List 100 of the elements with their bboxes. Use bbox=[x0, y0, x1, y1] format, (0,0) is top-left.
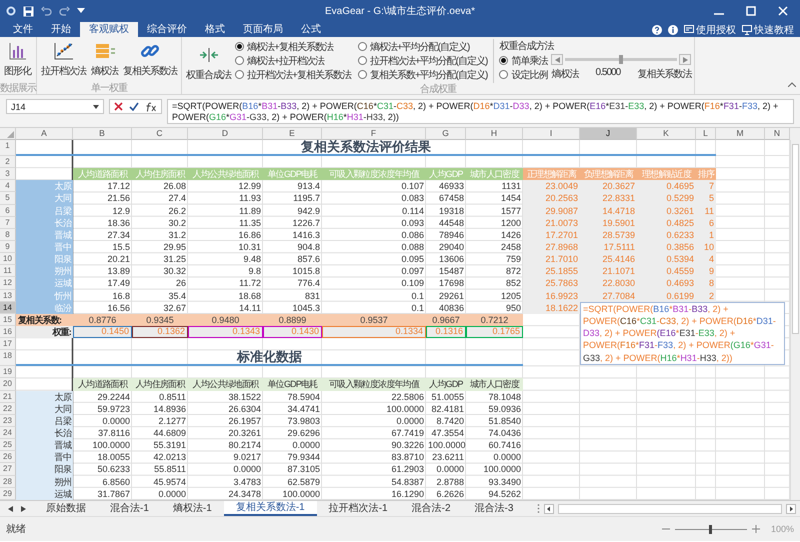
radio-circle-icon[interactable] bbox=[499, 70, 508, 79]
slider-thumb[interactable] bbox=[619, 55, 624, 64]
radio-option[interactable]: 熵权法+平均分配(自定义) bbox=[358, 40, 488, 53]
row-number[interactable]: 27 bbox=[0, 463, 16, 476]
column-header[interactable]: F bbox=[322, 128, 426, 140]
sheet-tab[interactable]: 混合法-2 bbox=[400, 501, 463, 516]
close-icon[interactable] bbox=[778, 6, 788, 16]
row-number[interactable]: 15 bbox=[0, 314, 16, 326]
radio-circle-icon[interactable] bbox=[358, 56, 367, 65]
row-number[interactable]: 13 bbox=[0, 290, 16, 302]
scroll-left-icon[interactable] bbox=[544, 504, 554, 514]
ratio-slider[interactable] bbox=[565, 55, 678, 64]
row-number[interactable]: 22 bbox=[0, 402, 16, 415]
slider-right-button[interactable] bbox=[679, 54, 692, 65]
row-number[interactable]: 5 bbox=[0, 192, 16, 205]
row-number[interactable]: 17 bbox=[0, 338, 16, 350]
sheet-tab[interactable]: 拉开档次法-1 bbox=[316, 501, 400, 516]
row-number[interactable]: 14 bbox=[0, 302, 16, 314]
sheet-tab[interactable]: 复相关系数法-1 bbox=[224, 501, 317, 516]
ribbon-button[interactable]: 拉开档次法 bbox=[40, 39, 87, 80]
column-header[interactable]: H bbox=[466, 128, 523, 140]
next-sheet-icon[interactable] bbox=[21, 506, 26, 512]
radio-circle-icon[interactable] bbox=[499, 56, 508, 65]
previous-sheet-icon[interactable] bbox=[8, 506, 13, 512]
row-number[interactable]: 10 bbox=[0, 253, 16, 266]
checkmark-icon[interactable] bbox=[129, 102, 139, 111]
ribbon-button[interactable]: 权重合成法 bbox=[185, 39, 232, 84]
row-number[interactable]: 23 bbox=[0, 414, 16, 427]
row-number[interactable]: 7 bbox=[0, 216, 16, 229]
row-number[interactable]: 16 bbox=[0, 326, 16, 338]
horizontal-scrollbar[interactable] bbox=[558, 504, 782, 514]
column-header[interactable]: N bbox=[765, 128, 790, 140]
ribbon-button[interactable]: 复相关系数法 bbox=[122, 39, 178, 80]
zoom-thumb[interactable] bbox=[709, 524, 712, 534]
column-header[interactable]: L bbox=[696, 128, 716, 140]
radio-circle-icon[interactable] bbox=[235, 70, 244, 79]
radio-circle-icon[interactable] bbox=[235, 56, 244, 65]
zoom-in-icon[interactable] bbox=[752, 525, 760, 533]
row-number[interactable]: 6 bbox=[0, 204, 16, 217]
row-number[interactable]: 1 bbox=[0, 140, 16, 156]
maximize-icon[interactable] bbox=[746, 6, 756, 16]
radio-circle-icon[interactable] bbox=[235, 42, 244, 51]
column-header[interactable]: K bbox=[637, 128, 696, 140]
row-number[interactable]: 8 bbox=[0, 228, 16, 241]
undo-icon[interactable] bbox=[41, 6, 52, 16]
menu-tab[interactable]: 客观赋权 bbox=[80, 22, 138, 37]
column-header[interactable]: I bbox=[523, 128, 580, 140]
cell-editor[interactable]: =SQRT(POWER(B16*B31-B33, 2) + POWER(C16*C31-C33, 2) + POWER(D16*D31- D33, 2) + POWER(E16*E31-E33, 2) + POWER(F16*F31-F33, 2) + POWER(G16*G31- G33, 2) + POWER(H16*H31-H33, 2)) bbox=[580, 302, 785, 365]
info-icon[interactable] bbox=[668, 24, 678, 34]
function-icon[interactable] bbox=[145, 102, 157, 112]
radio-option[interactable]: 设定比例 bbox=[499, 68, 548, 81]
column-header[interactable]: C bbox=[132, 128, 188, 140]
column-header[interactable]: B bbox=[73, 128, 132, 140]
cancel-icon[interactable] bbox=[114, 102, 123, 111]
row-number[interactable]: 25 bbox=[0, 439, 16, 452]
row-number[interactable]: 12 bbox=[0, 277, 16, 290]
sheet-tab[interactable]: 原始数据 bbox=[34, 501, 98, 516]
splitter-grip-icon[interactable] bbox=[537, 504, 540, 513]
ribbon-button[interactable]: 图形化 bbox=[3, 39, 32, 80]
row-number[interactable]: 3 bbox=[0, 168, 16, 180]
row-number[interactable]: 2 bbox=[0, 156, 16, 168]
row-number[interactable]: 24 bbox=[0, 426, 16, 440]
row-number[interactable]: 28 bbox=[0, 476, 16, 488]
scroll-right-icon[interactable] bbox=[786, 504, 796, 514]
help-link[interactable]: 使用授权 bbox=[696, 22, 736, 36]
column-header[interactable]: A bbox=[16, 128, 73, 140]
radio-option[interactable]: 复相关系数+平均分配(自定义) bbox=[358, 68, 488, 81]
radio-circle-icon[interactable] bbox=[358, 42, 367, 51]
menu-tab[interactable]: 格式 bbox=[196, 22, 234, 37]
row-number[interactable]: 20 bbox=[0, 378, 16, 391]
radio-option[interactable]: 拉开档次法+复相关系数法 bbox=[235, 68, 351, 81]
collapse-ribbon-icon[interactable] bbox=[788, 82, 796, 87]
sheet-tab[interactable]: 熵权法-1 bbox=[160, 501, 224, 516]
row-number[interactable]: 4 bbox=[0, 180, 16, 192]
column-header[interactable]: M bbox=[716, 128, 765, 140]
dropdown-caret-icon[interactable] bbox=[77, 8, 85, 14]
help-icon[interactable] bbox=[652, 24, 662, 34]
row-number[interactable]: 29 bbox=[0, 488, 16, 500]
help-link[interactable]: 快速教程 bbox=[754, 22, 794, 36]
vertical-scrollbar[interactable] bbox=[790, 140, 800, 500]
sheet-tab[interactable]: 混合法-3 bbox=[462, 501, 526, 516]
menu-tab[interactable]: 文件 bbox=[4, 22, 42, 37]
row-number[interactable]: 21 bbox=[0, 390, 16, 403]
sheet-tab[interactable]: 混合法-1 bbox=[98, 501, 161, 516]
radio-option[interactable]: 熵权法+复相关系数法 bbox=[235, 40, 351, 53]
slider-left-button[interactable] bbox=[551, 54, 564, 65]
menu-tab[interactable]: 开始 bbox=[42, 22, 80, 37]
ribbon-button[interactable]: 熵权法 bbox=[90, 39, 119, 80]
radio-option[interactable]: 简单乘法 bbox=[499, 54, 548, 67]
radio-option[interactable]: 拉开档次法+平均分配(自定义) bbox=[358, 54, 488, 67]
column-header[interactable]: J bbox=[580, 128, 637, 140]
formula-field[interactable]: =SQRT(POWER(B16*B31-B33, 2) + POWER(C16*C31-C33, 2) + POWER(D16*D31-D33, 2) + POWER(E16*E31-E33, 2) + POWER(F16*F31-F33, 2) + POWER(G16*G31-G33, 2) + POWER(H16*H31-H33, 2)) bbox=[167, 99, 794, 124]
radio-circle-icon[interactable] bbox=[358, 70, 367, 79]
row-number[interactable]: 19 bbox=[0, 366, 16, 378]
save-icon[interactable] bbox=[23, 6, 34, 16]
column-header[interactable]: G bbox=[426, 128, 466, 140]
redo-icon[interactable] bbox=[59, 6, 70, 16]
menu-tab[interactable]: 综合评价 bbox=[138, 22, 196, 37]
menu-tab[interactable]: 公式 bbox=[292, 22, 330, 37]
row-number[interactable]: 11 bbox=[0, 265, 16, 278]
